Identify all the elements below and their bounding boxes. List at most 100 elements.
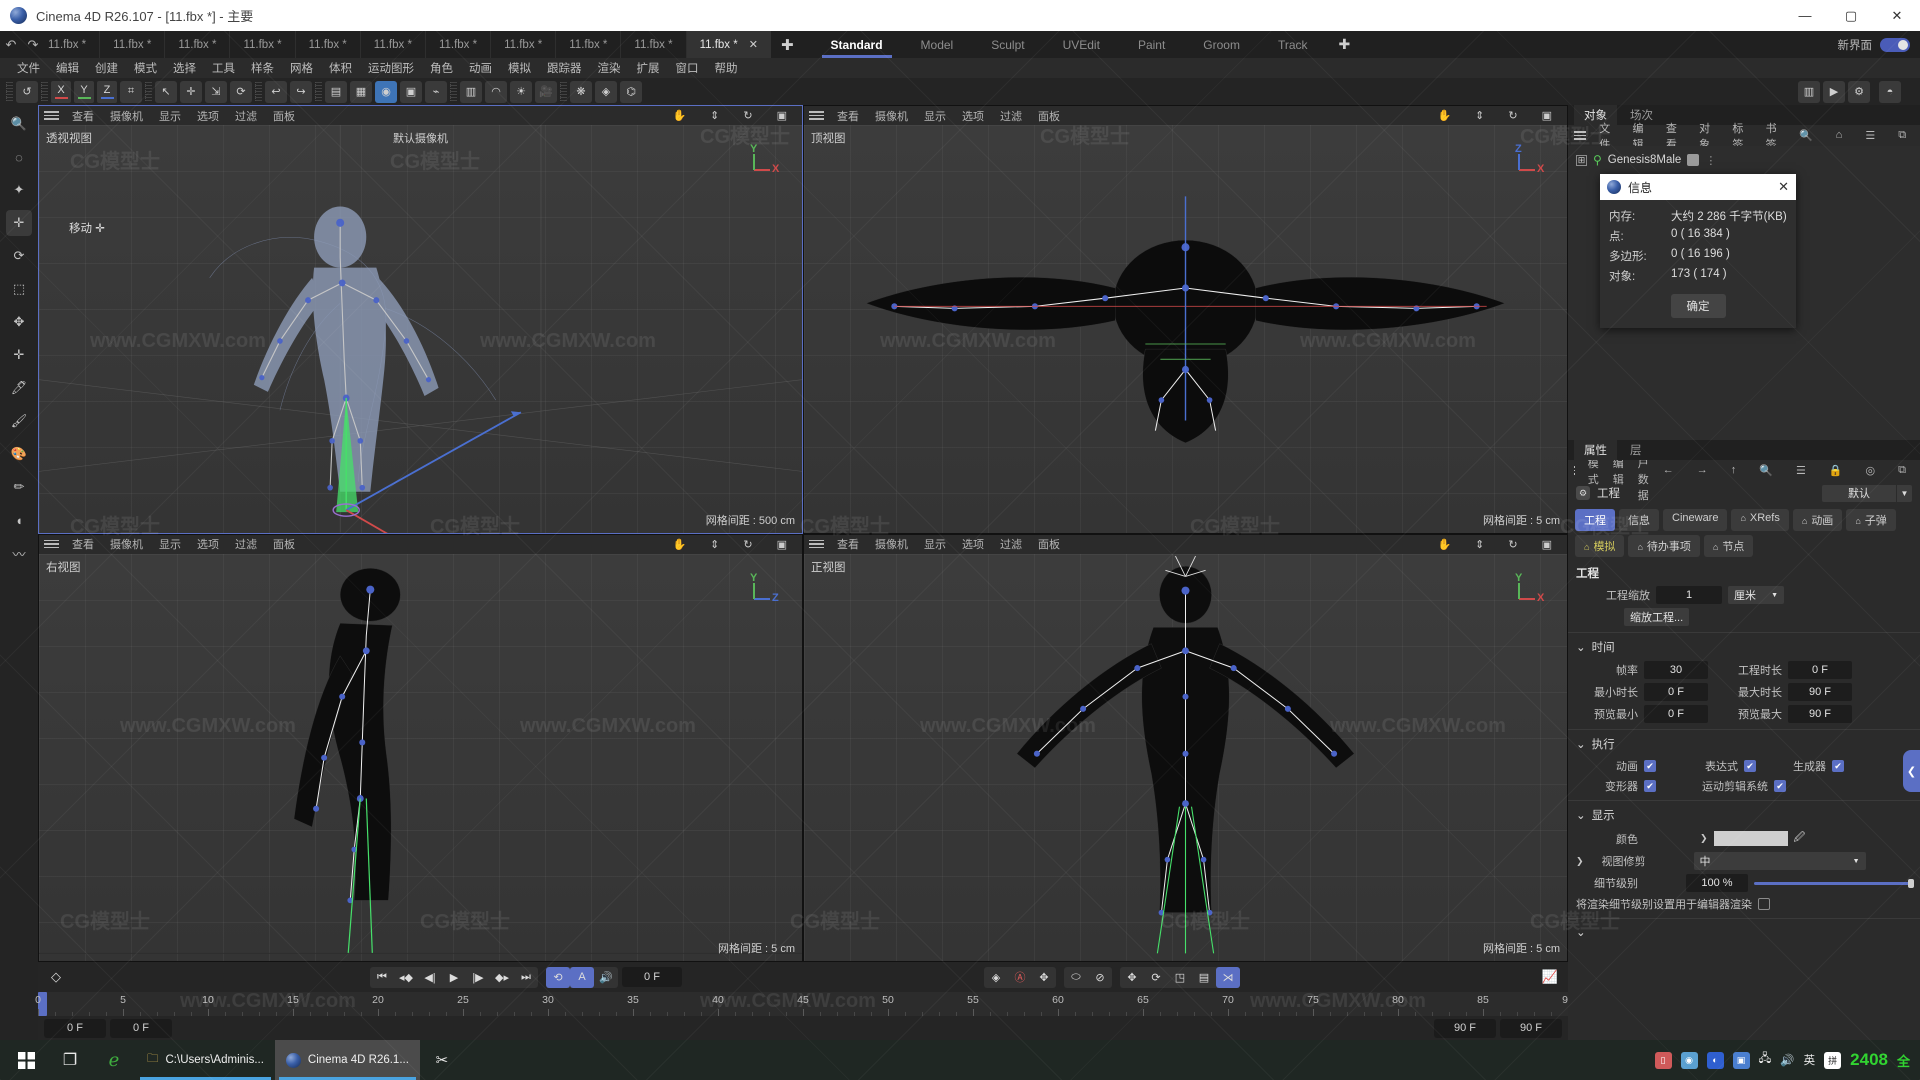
document-tab[interactable]: 11.fbx * (359, 31, 425, 58)
orbit-icon[interactable]: ↻ (735, 109, 760, 122)
pan-icon[interactable]: ✋ (1429, 109, 1459, 122)
maximize-button[interactable]: ▢ (1828, 0, 1874, 31)
prev-key-icon[interactable]: ◂◆ (394, 967, 418, 988)
attribute-tab-待办事项[interactable]: ⌂ 待办事项 (1628, 535, 1700, 557)
bend-icon[interactable]: ◠ (485, 80, 507, 103)
rotate-tool-icon[interactable]: ⟳ (230, 80, 252, 103)
add-document-tab-icon[interactable]: ✚ (771, 31, 804, 58)
viewport-menu-item[interactable]: 显示 (151, 108, 189, 124)
tag-icon[interactable] (1687, 154, 1700, 166)
loop-icon[interactable]: ⟲ (546, 966, 570, 988)
viewport-menu-item[interactable]: 查看 (829, 108, 867, 124)
paint-icon[interactable]: 🖌 (6, 408, 32, 434)
scale-project-button[interactable]: 缩放工程... (1624, 608, 1690, 626)
eyedropper-icon[interactable]: 🖉 (1794, 829, 1806, 848)
add-layout-icon[interactable]: ✚ (1327, 31, 1363, 58)
menu-item-8[interactable]: 体积 (321, 60, 360, 76)
viewport-menu-item[interactable]: 摄像机 (867, 536, 916, 552)
project-length-input[interactable]: 0 F (1788, 661, 1852, 679)
autokey-icon[interactable]: A (570, 966, 594, 988)
magic-wand-icon[interactable]: ✦ (6, 177, 32, 203)
object-list[interactable]: ⊞ ⚲ Genesis8Male ⋮ 信息 ✕ 内存: 大约 2 286 千字节… (1568, 146, 1920, 440)
viewport-menu-item[interactable]: 查看 (829, 536, 867, 552)
viewport-menu-item[interactable]: 选项 (189, 108, 227, 124)
viewport-front[interactable]: 查看 摄像机 显示 选项 过滤 面板 ✋ ⇕ ↻ ▣ 正视图 网格间距: 5 … (803, 533, 1568, 962)
dolly-icon[interactable]: ⇕ (702, 538, 727, 551)
close-button[interactable]: ✕ (1874, 0, 1920, 31)
filter-icon[interactable]: ☰ (1858, 129, 1882, 142)
rotation-key-icon[interactable]: ⊘ (1088, 967, 1112, 988)
live-select-icon[interactable]: ◌ (6, 144, 32, 170)
maximize-viewport-icon[interactable]: ▣ (1534, 109, 1560, 122)
minimize-button[interactable]: — (1782, 0, 1828, 31)
menu-item-12[interactable]: 模拟 (500, 60, 539, 76)
target-icon[interactable]: ◎ (1859, 464, 1883, 477)
color-swatch[interactable] (1713, 831, 1788, 846)
menu-item-15[interactable]: 扩展 (629, 60, 668, 76)
viewport-menu-item[interactable]: 过滤 (992, 536, 1030, 552)
spline-icon[interactable]: ⌁ (425, 80, 447, 103)
attribute-tab-工程[interactable]: 工程 (1575, 509, 1615, 531)
viewport-menu-item[interactable]: 面板 (1030, 536, 1068, 552)
go-to-end-icon[interactable]: ⏭ (514, 967, 538, 988)
select-live-icon[interactable]: ↖ (155, 80, 177, 103)
attr-menu-userdata[interactable]: 用户数据 (1631, 460, 1656, 503)
collapse-panel-button[interactable]: ❮ (1903, 750, 1920, 792)
toolbar-grip[interactable] (315, 82, 322, 101)
hamburger-icon[interactable] (809, 539, 824, 549)
axis-x-button[interactable]: X (51, 80, 71, 103)
field-icon[interactable]: ◈ (595, 80, 617, 103)
search-icon[interactable]: 🔍 (1752, 464, 1780, 477)
home-icon[interactable]: ⌂ (1829, 129, 1850, 142)
keyframe-icon[interactable]: ◇ (44, 966, 68, 988)
axis-move-icon[interactable]: ✥ (6, 309, 32, 335)
move-tool-icon[interactable]: ✛ (180, 80, 202, 103)
view-clipping-dropdown[interactable]: 中 ▼ (1693, 852, 1866, 870)
timeline-ruler[interactable]: 051015202530354045505560657075808590 (35, 992, 1574, 1016)
move-tool-rail-icon[interactable]: ✛ (6, 210, 32, 236)
attribute-tab-信息[interactable]: 信息 (1619, 509, 1659, 531)
undo-tool-icon[interactable]: ↺ (16, 80, 38, 103)
world-axis-icon[interactable]: ⌗ (120, 80, 142, 103)
toolbar-grip[interactable] (41, 82, 48, 101)
chevron-down-icon[interactable]: ▼ (1896, 484, 1912, 502)
toolbar-grip[interactable] (145, 82, 152, 101)
preview-end-field[interactable]: 90 F (1500, 1018, 1562, 1038)
rot-key-icon[interactable]: ⟳ (1144, 967, 1168, 988)
brush-icon[interactable]: ✏ (6, 474, 32, 500)
dolly-icon[interactable]: ⇕ (1467, 538, 1492, 551)
maximize-viewport-icon[interactable]: ▣ (769, 538, 795, 551)
render-lod-checkbox[interactable] (1758, 898, 1770, 910)
tray-app-icon[interactable]: ▯ (1654, 1051, 1672, 1069)
menu-item-1[interactable]: 编辑 (48, 60, 87, 76)
document-tab[interactable]: 11.fbx * (490, 31, 555, 58)
smooth-icon[interactable]: 〰 (6, 540, 32, 566)
viewport-menu-item[interactable]: 面板 (265, 108, 303, 124)
document-tab-active[interactable]: 11.fbx * ✕ (685, 31, 771, 58)
tab-layers[interactable]: 层 (1620, 440, 1652, 460)
undo-icon[interactable]: ↶ (0, 31, 22, 58)
task-view-icon[interactable]: ❐ (48, 1040, 92, 1080)
document-tab[interactable]: 11.fbx * (620, 31, 685, 58)
sound-icon[interactable]: 🔊 (594, 967, 618, 988)
chevron-right-icon[interactable]: ❯ (1700, 833, 1708, 844)
cube-primitive-icon[interactable]: ▣ (400, 80, 422, 103)
attribute-tab-节点[interactable]: ⌂ 节点 (1703, 535, 1754, 557)
viewport-canvas[interactable]: 正视图 网格间距 : 5 cm X Y (804, 553, 1567, 961)
preview-min-input[interactable]: 0 F (1644, 705, 1708, 723)
orbit-icon[interactable]: ↻ (735, 538, 760, 551)
document-tab[interactable]: 11.fbx * (555, 31, 620, 58)
attribute-tab-Cineware[interactable]: Cineware (1663, 509, 1728, 531)
search-icon[interactable]: 🔍 (1792, 129, 1820, 142)
document-tab[interactable]: 11.fbx * (99, 31, 164, 58)
new-ui-toggle[interactable]: 新界面 (1838, 31, 1920, 58)
attribute-tab-模拟[interactable]: ⌂ 模拟 (1575, 535, 1625, 557)
array-icon[interactable]: ▥ (460, 80, 482, 103)
pla-key-icon[interactable]: ⋊ (1216, 966, 1240, 988)
orbit-icon[interactable]: ↻ (1500, 109, 1525, 122)
viewport-menu-item[interactable]: 选项 (954, 108, 992, 124)
hamburger-icon[interactable] (809, 111, 824, 120)
viewport-canvas[interactable]: 顶视图 网格间距 : 5 cm X Z (804, 125, 1567, 533)
keyframe-selection-icon[interactable]: ✥ (1032, 967, 1056, 988)
project-scale-unit[interactable]: 厘米 ▼ (1728, 586, 1784, 604)
